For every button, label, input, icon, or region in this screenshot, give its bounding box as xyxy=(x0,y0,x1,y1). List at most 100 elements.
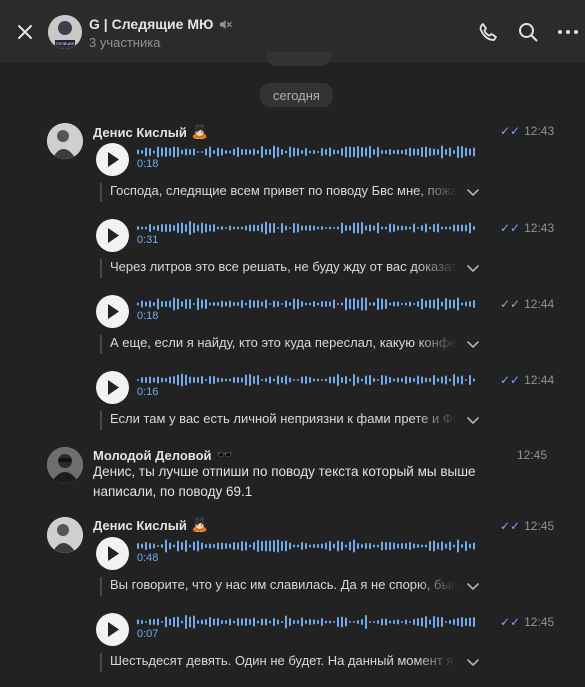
waveform-bar xyxy=(265,378,267,382)
play-button[interactable] xyxy=(96,219,129,252)
waveform-bar xyxy=(313,619,315,625)
voice-duration: 0:16 xyxy=(137,386,159,398)
chevron-down-icon[interactable] xyxy=(466,579,480,593)
waveform-bar xyxy=(173,225,175,231)
waveform-bar xyxy=(445,149,447,155)
play-button[interactable] xyxy=(96,613,129,646)
waveform-bar xyxy=(241,541,243,551)
previous-date-pill xyxy=(266,52,331,66)
waveform-bar xyxy=(441,541,443,551)
waveform-bar xyxy=(337,150,339,154)
waveform-bar xyxy=(437,542,439,550)
waveform-bar xyxy=(165,224,167,232)
sender-name[interactable]: Молодой Деловой 🕶️ xyxy=(93,447,233,463)
sender-avatar[interactable] xyxy=(47,123,83,159)
voice-transcript[interactable]: Господа, следящие всем привет по поводу … xyxy=(100,183,458,202)
waveform-bar xyxy=(393,301,395,307)
waveform-bar xyxy=(181,149,183,155)
avatar-caption: полиция xyxy=(56,41,75,46)
waveform-bar xyxy=(241,618,243,626)
waveform-bar xyxy=(209,302,211,306)
waveform-bar xyxy=(141,543,143,549)
waveform-bar xyxy=(257,375,259,385)
voice-waveform[interactable] xyxy=(137,537,477,555)
chevron-down-icon[interactable] xyxy=(466,413,480,427)
waveform-bar xyxy=(261,379,263,381)
waveform-bar xyxy=(365,375,367,385)
more-horizontal-icon[interactable] xyxy=(557,21,579,43)
waveform-bar xyxy=(165,616,167,628)
voice-waveform[interactable] xyxy=(137,371,477,389)
chat-title[interactable]: G | Следящие МЮ xyxy=(89,16,233,32)
play-icon xyxy=(108,152,119,167)
voice-waveform[interactable] xyxy=(137,613,477,631)
waveform-bar xyxy=(409,621,411,623)
waveform-bar xyxy=(209,146,211,158)
play-button[interactable] xyxy=(96,295,129,328)
waveform-bar xyxy=(385,226,387,230)
waveform-bar xyxy=(189,221,191,235)
waveform-bar xyxy=(269,540,271,552)
waveform-bar xyxy=(197,620,199,624)
waveform-bar xyxy=(177,540,179,552)
waveform-bar xyxy=(153,619,155,625)
chat-avatar[interactable]: полиция xyxy=(48,15,82,49)
waveform-bar xyxy=(161,147,163,157)
sender-avatar[interactable] xyxy=(47,517,83,553)
waveform-bar xyxy=(213,224,215,232)
close-icon[interactable] xyxy=(14,21,36,43)
sender-name[interactable]: Денис Кислый 🙇🏻 xyxy=(93,124,208,140)
waveform-bar xyxy=(453,150,455,154)
sender-avatar[interactable] xyxy=(47,447,83,483)
waveform-bar xyxy=(377,544,379,548)
waveform-bar xyxy=(361,222,363,234)
waveform-bar xyxy=(229,150,231,154)
voice-transcript[interactable]: Если там у вас есть личной неприязни к ф… xyxy=(100,411,458,430)
waveform-bar xyxy=(337,617,339,627)
voice-transcript[interactable]: Вы говорите, что у нас им славилась. Да … xyxy=(100,577,458,596)
voice-transcript[interactable]: Шестьдесят девять. Один не будет. На дан… xyxy=(100,653,458,672)
waveform-bar xyxy=(281,377,283,383)
waveform-bar xyxy=(169,618,171,626)
waveform-bar xyxy=(321,543,323,549)
waveform-bar xyxy=(389,149,391,155)
chevron-down-icon[interactable] xyxy=(466,261,480,275)
waveform-bar xyxy=(205,544,207,548)
waveform-bar xyxy=(197,298,199,310)
waveform-bar xyxy=(449,541,451,551)
search-icon[interactable] xyxy=(517,21,539,43)
waveform-bar xyxy=(309,544,311,548)
sender-name[interactable]: Денис Кислый 🙇🏻 xyxy=(93,517,208,533)
waveform-bar xyxy=(141,150,143,154)
voice-transcript[interactable]: Через литров это все решать, не буду жду… xyxy=(100,259,458,278)
play-button[interactable] xyxy=(96,143,129,176)
waveform-bar xyxy=(205,148,207,156)
voice-waveform[interactable] xyxy=(137,295,477,313)
waveform-bar xyxy=(313,225,315,231)
waveform-bar xyxy=(329,226,331,230)
voice-transcript[interactable]: А еще, если я найду, кто это куда пересл… xyxy=(100,335,458,354)
waveform-bar xyxy=(437,298,439,310)
chevron-down-icon[interactable] xyxy=(466,337,480,351)
members-count[interactable]: 3 участника xyxy=(89,35,160,50)
waveform-bar xyxy=(365,297,367,311)
waveform-bar xyxy=(177,616,179,628)
voice-waveform[interactable] xyxy=(137,219,477,237)
waveform-bar xyxy=(245,149,247,155)
waveform-bar xyxy=(321,226,323,230)
play-button[interactable] xyxy=(96,371,129,404)
waveform-bar xyxy=(293,544,295,548)
waveform-bar xyxy=(145,226,147,230)
waveform-bar xyxy=(313,378,315,382)
chevron-down-icon[interactable] xyxy=(466,655,480,669)
play-button[interactable] xyxy=(96,537,129,570)
waveform-bar xyxy=(289,146,291,158)
waveform-bar xyxy=(421,225,423,231)
waveform-bar xyxy=(365,543,367,549)
voice-waveform[interactable] xyxy=(137,143,477,161)
message-time: ✓✓ 12:45 xyxy=(500,615,554,629)
phone-icon[interactable] xyxy=(477,21,499,43)
waveform-bar xyxy=(185,374,187,386)
chevron-down-icon[interactable] xyxy=(466,185,480,199)
waveform-bar xyxy=(185,148,187,156)
